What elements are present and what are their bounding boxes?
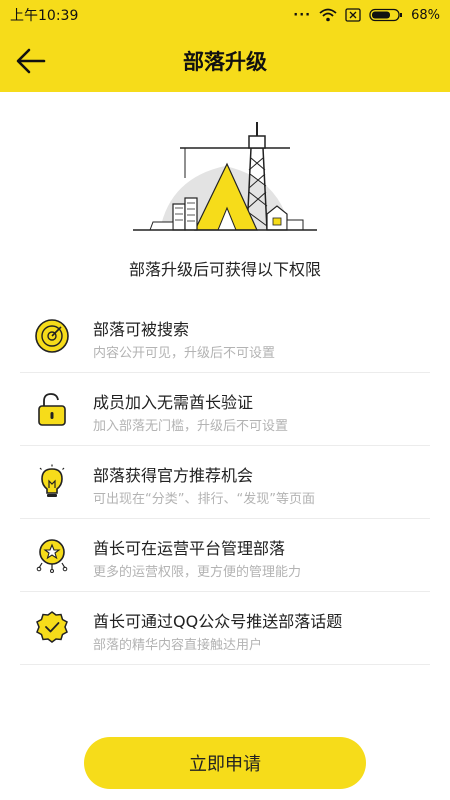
star-badge-icon xyxy=(36,539,68,573)
intro-text: 部落升级后可获得以下权限 xyxy=(128,260,321,279)
list-item-no-verify: 成员加入无需酋长验证 加入部落无门槛，升级后不可设置 xyxy=(20,373,430,446)
page-title: 部落升级 xyxy=(183,50,267,74)
permission-desc: 可出现在“分类”、排行、“发现”等页面 xyxy=(93,492,315,507)
battery-percent: 68% xyxy=(411,7,440,23)
tribe-illustration xyxy=(133,122,317,231)
title-bar: 部落升级 xyxy=(0,30,450,92)
permission-desc: 内容公开可见，升级后不可设置 xyxy=(93,346,276,361)
radar-icon xyxy=(35,319,69,353)
permission-list: 部落可被搜索 内容公开可见，升级后不可设置 成员加入无需酋长验证 加入部落无门槛… xyxy=(20,300,430,665)
permission-title: 酋长可通过QQ公众号推送部落话题 xyxy=(93,612,343,631)
more-dots-icon: ··· xyxy=(293,7,312,23)
permission-desc: 更多的运营权限，更方便的管理能力 xyxy=(93,565,302,580)
unlock-icon xyxy=(38,393,66,426)
battery-icon xyxy=(369,8,403,22)
back-arrow-icon[interactable] xyxy=(14,46,48,76)
permission-title: 部落可被搜索 xyxy=(93,320,190,339)
permission-title: 酋长可在运营平台管理部落 xyxy=(93,539,286,558)
sim-icon xyxy=(345,8,361,22)
permission-title: 部落获得官方推荐机会 xyxy=(93,466,254,485)
check-badge-icon xyxy=(36,611,68,643)
permission-desc: 部落的精华内容直接触达用户 xyxy=(93,638,263,653)
list-item-searchable: 部落可被搜索 内容公开可见，升级后不可设置 xyxy=(20,300,430,373)
wifi-icon xyxy=(319,8,337,22)
list-item-push-topic: 酋长可通过QQ公众号推送部落话题 部落的精华内容直接触达用户 xyxy=(20,592,430,665)
apply-now-button[interactable]: 立即申请 xyxy=(84,737,366,789)
list-item-recommend: 部落获得官方推荐机会 可出现在“分类”、排行、“发现”等页面 xyxy=(20,446,430,519)
permission-title: 成员加入无需酋长验证 xyxy=(93,393,254,412)
permission-desc: 加入部落无门槛，升级后不可设置 xyxy=(93,419,289,434)
status-bar: 上午10:39 ··· 68% xyxy=(0,0,450,30)
list-item-platform: 酋长可在运营平台管理部落 更多的运营权限，更方便的管理能力 xyxy=(20,519,430,592)
lightbulb-icon xyxy=(39,464,65,497)
status-icons: ··· 68% xyxy=(293,8,440,23)
status-time: 上午10:39 xyxy=(10,8,79,24)
